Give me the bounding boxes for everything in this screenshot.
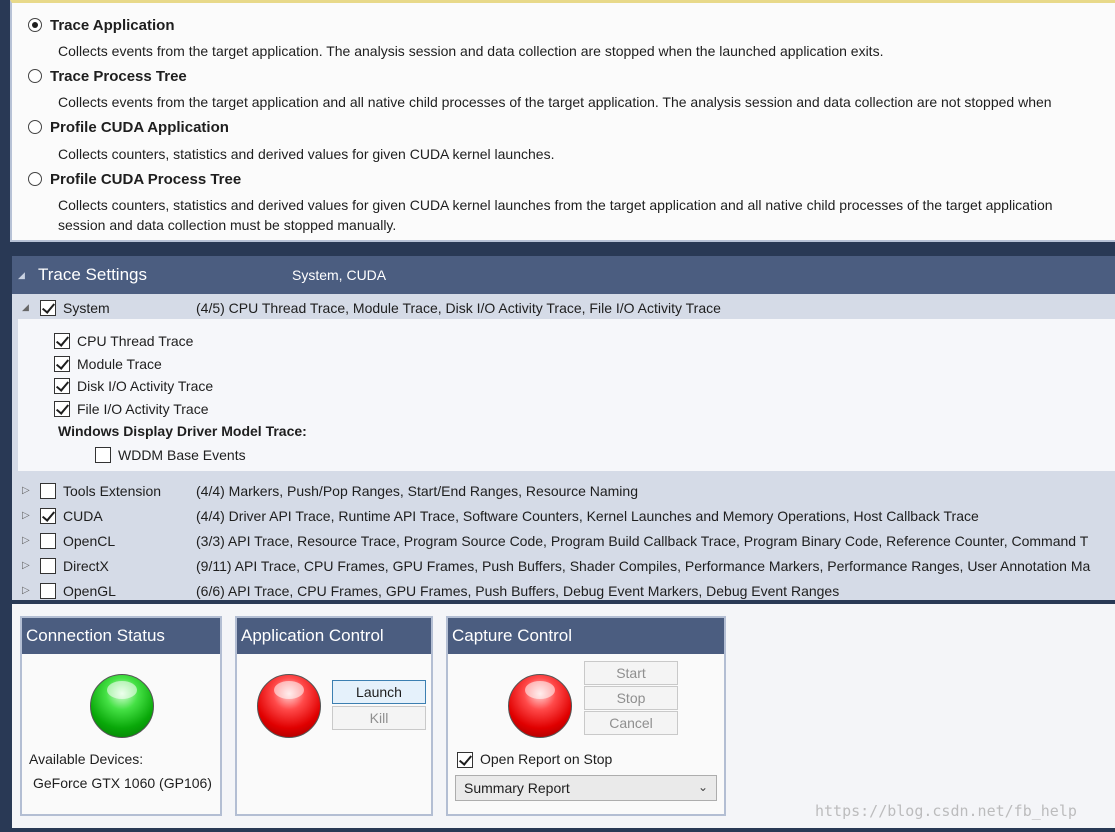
trace-settings-panel: ◢ Trace Settings System, CUDA ◢ System (…: [12, 256, 1115, 600]
analysis-activity-window: Trace Application Collects events from t…: [0, 0, 1115, 832]
application-status-indicator: [257, 674, 321, 738]
start-button[interactable]: Start: [584, 661, 678, 685]
option-checkbox[interactable]: [54, 401, 70, 417]
activity-description: Collects counters, statistics and derive…: [58, 197, 1053, 213]
option-label: Disk I/O Activity Trace: [77, 378, 214, 394]
panel-title: Capture Control: [448, 618, 724, 654]
activity-type-panel: Trace Application Collects events from t…: [10, 0, 1115, 242]
option-file-io-activity-trace[interactable]: File I/O Activity Trace: [54, 398, 208, 420]
open-report-label: Open Report on Stop: [480, 751, 613, 767]
device-name: GeForce GTX 1060 (GP106): [33, 775, 212, 791]
expand-triangle-icon[interactable]: ▷: [22, 510, 30, 521]
radio-unselected-icon[interactable]: [28, 69, 42, 83]
watermark-text: https://blog.csdn.net/fb_help: [815, 802, 1077, 820]
category-name: OpenCL: [63, 532, 116, 549]
category-summary: (4/4) Markers, Push/Pop Ranges, Start/En…: [196, 482, 638, 499]
capture-status-indicator: [508, 674, 572, 738]
category-row-directx[interactable]: ▷ DirectX (9/11) API Trace, CPU Frames, …: [12, 553, 1115, 578]
report-type-value: Summary Report: [464, 780, 570, 796]
category-checkbox[interactable]: [40, 532, 56, 549]
category-name: OpenGL: [63, 582, 116, 599]
expand-triangle-icon[interactable]: ▷: [22, 535, 30, 546]
category-row-opengl[interactable]: ▷ OpenGL (6/6) API Trace, CPU Frames, GP…: [12, 578, 1115, 600]
expand-triangle-icon[interactable]: ▷: [22, 485, 30, 496]
option-disk-io-activity-trace[interactable]: Disk I/O Activity Trace: [54, 375, 213, 397]
activity-label: Profile CUDA Application: [50, 118, 229, 136]
option-checkbox[interactable]: [95, 447, 111, 463]
expand-triangle-icon[interactable]: ▷: [22, 585, 30, 596]
stop-button[interactable]: Stop: [584, 686, 678, 710]
category-row-opencl[interactable]: ▷ OpenCL (3/3) API Trace, Resource Trace…: [12, 528, 1115, 553]
option-cpu-thread-trace[interactable]: CPU Thread Trace: [54, 330, 193, 352]
expand-triangle-icon[interactable]: ▷: [22, 560, 30, 571]
option-label: Module Trace: [77, 356, 162, 372]
kill-button[interactable]: Kill: [332, 706, 426, 730]
category-row-cuda[interactable]: ▷ CUDA (4/4) Driver API Trace, Runtime A…: [12, 503, 1115, 528]
category-checkbox[interactable]: [40, 507, 56, 524]
option-wddm-base-events[interactable]: WDDM Base Events: [95, 444, 246, 466]
category-summary: (4/5) CPU Thread Trace, Module Trace, Di…: [196, 299, 721, 316]
system-checkbox[interactable]: [40, 299, 56, 316]
activity-description-continued: session and data collection must be stop…: [58, 217, 397, 233]
category-name: Tools Extension: [63, 482, 162, 499]
panel-title: Application Control: [237, 618, 431, 654]
connection-status-indicator: [90, 674, 154, 738]
activity-label: Trace Application: [50, 16, 175, 34]
category-summary: (6/6) API Trace, CPU Frames, GPU Frames,…: [196, 582, 840, 599]
category-checkbox[interactable]: [40, 557, 56, 574]
option-checkbox[interactable]: [54, 356, 70, 372]
report-type-dropdown[interactable]: Summary Report ⌄: [455, 775, 717, 801]
option-label: WDDM Base Events: [118, 447, 246, 463]
application-control-panel: Application Control Launch Kill: [235, 616, 433, 816]
category-name: CUDA: [63, 507, 103, 524]
activity-trace-application[interactable]: Trace Application: [28, 15, 174, 35]
wddm-heading: Windows Display Driver Model Trace:: [58, 423, 307, 439]
activity-label: Profile CUDA Process Tree: [50, 170, 242, 188]
open-report-checkbox[interactable]: [457, 752, 473, 768]
activity-description: Collects events from the target applicat…: [58, 43, 884, 59]
activity-profile-cuda-application[interactable]: Profile CUDA Application: [28, 117, 229, 137]
option-label: CPU Thread Trace: [77, 333, 194, 349]
category-name: DirectX: [63, 557, 109, 574]
trace-settings-header[interactable]: ◢ Trace Settings System, CUDA: [12, 256, 1115, 294]
activity-description: Collects events from the target applicat…: [58, 94, 1052, 110]
category-row-system[interactable]: ◢ System (4/5) CPU Thread Trace, Module …: [12, 295, 1115, 320]
radio-unselected-icon[interactable]: [28, 172, 42, 186]
launch-button[interactable]: Launch: [332, 680, 426, 704]
trace-settings-summary: System, CUDA: [292, 267, 387, 283]
activity-description: Collects counters, statistics and derive…: [58, 146, 555, 162]
control-area: Connection Status Available Devices: GeF…: [12, 604, 1115, 828]
available-devices-label: Available Devices:: [29, 751, 144, 767]
connection-status-panel: Connection Status Available Devices: GeF…: [20, 616, 222, 816]
trace-settings-title: Trace Settings: [38, 265, 147, 284]
panel-title: Connection Status: [22, 618, 220, 654]
category-row-tools-extension[interactable]: ▷ Tools Extension (4/4) Markers, Push/Po…: [12, 478, 1115, 503]
cancel-button[interactable]: Cancel: [584, 711, 678, 735]
category-checkbox[interactable]: [40, 582, 56, 599]
option-checkbox[interactable]: [54, 378, 70, 394]
category-summary: (9/11) API Trace, CPU Frames, GPU Frames…: [196, 557, 1091, 574]
system-options: CPU Thread Trace Module Trace Disk I/O A…: [18, 319, 1115, 471]
expanded-triangle-icon[interactable]: ◢: [22, 302, 29, 313]
chevron-down-icon: ⌄: [697, 780, 708, 794]
category-checkbox[interactable]: [40, 482, 56, 499]
category-name: System: [63, 299, 110, 316]
activity-profile-cuda-process-tree[interactable]: Profile CUDA Process Tree: [28, 169, 241, 189]
option-label: File I/O Activity Trace: [77, 401, 209, 417]
radio-selected-icon[interactable]: [28, 18, 42, 32]
activity-trace-process-tree[interactable]: Trace Process Tree: [28, 66, 187, 86]
collapse-triangle-icon[interactable]: ◢: [18, 270, 25, 281]
capture-control-panel: Capture Control Start Stop Cancel Open R…: [446, 616, 726, 816]
option-checkbox[interactable]: [54, 333, 70, 349]
activity-label: Trace Process Tree: [50, 67, 187, 85]
category-summary: (4/4) Driver API Trace, Runtime API Trac…: [196, 507, 979, 524]
option-module-trace[interactable]: Module Trace: [54, 353, 162, 375]
category-summary: (3/3) API Trace, Resource Trace, Program…: [196, 532, 1089, 549]
radio-unselected-icon[interactable]: [28, 120, 42, 134]
